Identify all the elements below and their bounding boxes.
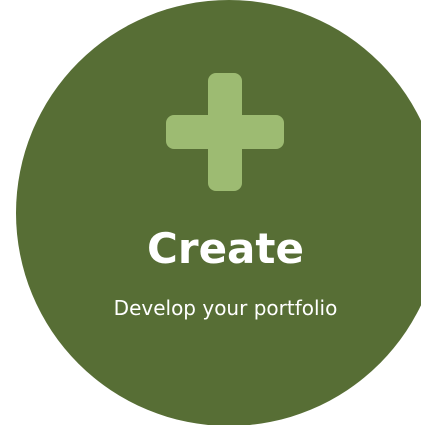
plus-icon [166,73,284,191]
create-card-button[interactable] [16,0,421,425]
create-card-stage: Create Develop your portfolio [0,0,421,425]
create-title: Create [147,224,304,273]
create-subtitle: Develop your portfolio [113,296,338,320]
